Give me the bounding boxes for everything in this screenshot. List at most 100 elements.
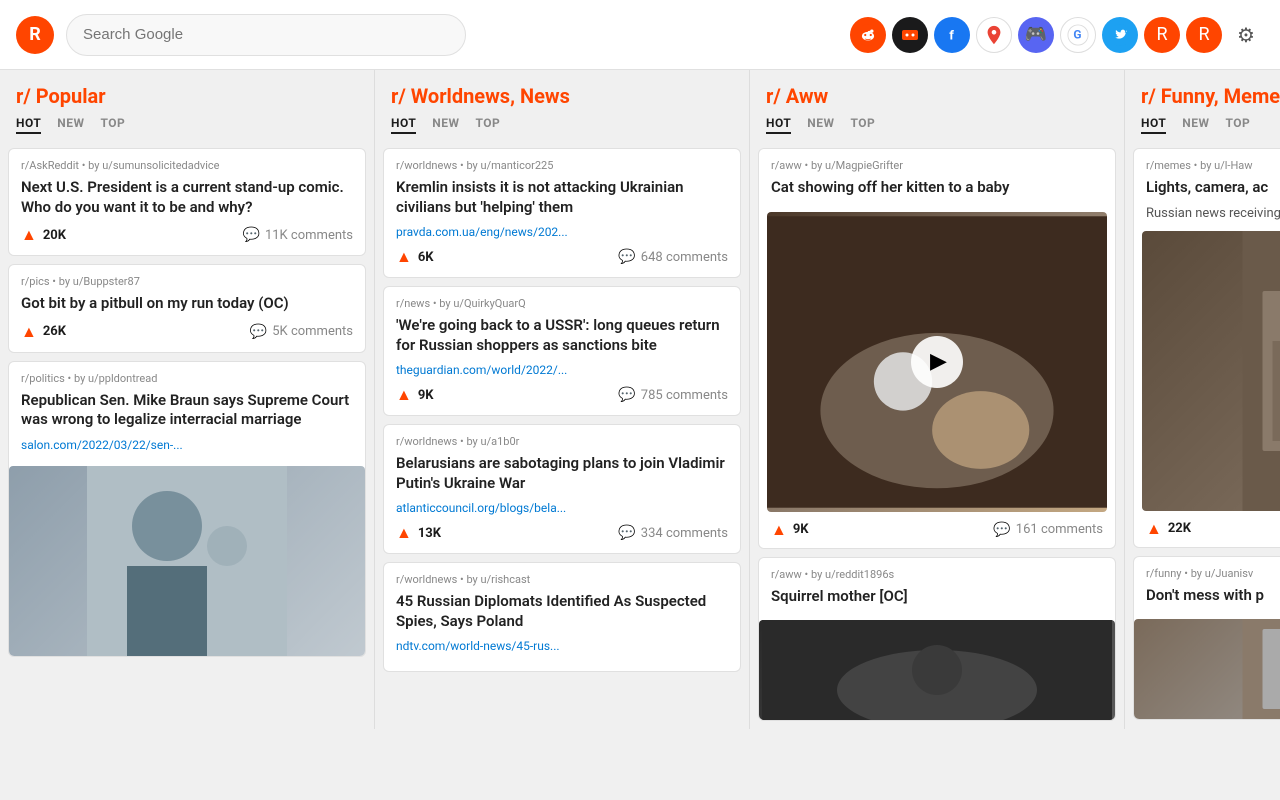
vote-count: 6K xyxy=(418,250,434,265)
comment-count: 785 comments xyxy=(641,388,728,403)
post-meta: r/worldnews • by u/manticor225 xyxy=(396,159,728,172)
vote-area: ▲ 9K xyxy=(771,520,809,540)
subreddit-name: Funny, Memes, xyxy=(1161,84,1280,108)
post-subreddit: r/aww xyxy=(771,159,802,172)
column-aww: r/ Aww HOTNEWTOP r/aww • by u/MagpieGrif… xyxy=(750,70,1125,729)
post-subreddit: r/memes xyxy=(1146,159,1191,172)
reddit-logo[interactable]: R xyxy=(16,16,54,54)
post-title: Belarusians are sabotaging plans to join… xyxy=(396,454,728,493)
comment-area: 💬 161 comments xyxy=(993,522,1103,538)
post-card[interactable]: r/politics • by u/ppldontread Republican… xyxy=(8,361,366,657)
upvote-icon[interactable]: ▲ xyxy=(396,523,412,543)
tab-top[interactable]: TOP xyxy=(1226,114,1251,134)
vote-area: ▲ 22K xyxy=(1146,519,1191,539)
column-title-funny: r/ Funny, Memes, xyxy=(1141,84,1280,108)
svg-text:f: f xyxy=(949,28,954,43)
tab-new[interactable]: NEW xyxy=(807,114,834,134)
comment-area: 💬 5K comments xyxy=(250,324,353,340)
upvote-icon[interactable]: ▲ xyxy=(21,322,37,342)
subreddit-prefix: r/ xyxy=(391,84,406,108)
post-meta: r/politics • by u/ppldontread xyxy=(21,372,353,385)
post-card[interactable]: r/worldnews • by u/rishcast 45 Russian D… xyxy=(383,562,741,672)
search-input[interactable] xyxy=(66,14,466,56)
post-meta: r/aww • by u/MagpieGrifter xyxy=(771,159,1103,172)
post-subreddit: r/worldnews xyxy=(396,573,457,586)
comment-area: 💬 648 comments xyxy=(618,249,728,265)
reddit-red2-icon[interactable]: R xyxy=(1186,17,1222,53)
post-card[interactable]: r/funny • by u/Juanisv Don't mess with p xyxy=(1133,556,1280,721)
post-link[interactable]: theguardian.com/world/2022/... xyxy=(396,363,728,377)
google-maps-icon[interactable] xyxy=(976,17,1012,53)
tab-new[interactable]: NEW xyxy=(432,114,459,134)
post-link[interactable]: ndtv.com/world-news/45-rus... xyxy=(396,639,728,653)
post-card[interactable]: r/pics • by u/Buppster87 Got bit by a pi… xyxy=(8,264,366,353)
column-header-popular: r/ Popular HOTNEWTOP xyxy=(0,70,374,140)
tab-hot[interactable]: HOT xyxy=(1141,114,1166,134)
post-card[interactable]: r/news • by u/QuirkyQuarQ 'We're going b… xyxy=(383,286,741,416)
post-title: Got bit by a pitbull on my run today (OC… xyxy=(21,294,353,314)
subreddit-name: Worldnews, News xyxy=(411,84,570,108)
post-footer: ▲ 13K 💬 334 comments xyxy=(396,523,728,543)
vote-count: 9K xyxy=(418,388,434,403)
post-meta: r/aww • by u/reddit1896s xyxy=(771,568,1103,581)
vote-count: 9K xyxy=(793,522,809,537)
comment-count: 334 comments xyxy=(641,526,728,541)
post-meta: r/pics • by u/Buppster87 xyxy=(21,275,353,288)
post-footer: ▲ 9K 💬 785 comments xyxy=(396,385,728,405)
comment-icon: 💬 xyxy=(618,525,635,541)
tab-bar-popular: HOT NEW TOP xyxy=(16,114,358,140)
post-link[interactable]: pravda.com.ua/eng/news/202... xyxy=(396,225,728,239)
post-author: u/reddit1896s xyxy=(825,568,894,581)
post-card[interactable]: r/aww • by u/MagpieGrifter Cat showing o… xyxy=(758,148,1116,549)
post-footer: ▲ 26K 💬 5K comments xyxy=(21,322,353,342)
upvote-icon[interactable]: ▲ xyxy=(1146,519,1162,539)
tab-top[interactable]: TOP xyxy=(851,114,876,134)
post-extra: Russian news receiving toda xyxy=(1146,206,1280,221)
tab-top[interactable]: TOP xyxy=(101,114,126,134)
twitter-icon[interactable] xyxy=(1102,17,1138,53)
tab-new[interactable]: NEW xyxy=(1182,114,1209,134)
vote-area: ▲ 6K xyxy=(396,247,434,267)
post-link[interactable]: atlanticcouncil.org/blogs/bela... xyxy=(396,501,728,515)
post-card[interactable]: r/worldnews • by u/manticor225 Kremlin i… xyxy=(383,148,741,278)
subreddit-name: Aww xyxy=(786,84,829,108)
post-card[interactable]: r/AskReddit • by u/sumunsolicitedadvice … xyxy=(8,148,366,256)
tab-hot[interactable]: HOT xyxy=(391,114,416,134)
discord-icon[interactable]: 🎮 xyxy=(1018,17,1054,53)
post-title: Don't mess with p xyxy=(1146,586,1280,606)
reddit-red1-icon[interactable]: R xyxy=(1144,17,1180,53)
post-subreddit: r/AskReddit xyxy=(21,159,79,172)
tab-hot[interactable]: HOT xyxy=(766,114,791,134)
header: R f🎮GRR⚙ xyxy=(0,0,1280,70)
google-icon[interactable]: G xyxy=(1060,17,1096,53)
comment-count: 648 comments xyxy=(641,250,728,265)
post-author: u/Juanisv xyxy=(1205,567,1253,580)
upvote-icon[interactable]: ▲ xyxy=(396,247,412,267)
facebook-icon[interactable]: f xyxy=(934,17,970,53)
settings-icon[interactable]: ⚙ xyxy=(1228,17,1264,53)
upvote-icon[interactable]: ▲ xyxy=(396,385,412,405)
comment-count: 5K comments xyxy=(272,324,353,339)
post-card[interactable]: r/worldnews • by u/a1b0r Belarusians are… xyxy=(383,424,741,554)
tab-top[interactable]: TOP xyxy=(476,114,501,134)
main-content: r/ Popular HOTNEWTOP r/AskReddit • by u/… xyxy=(0,70,1280,729)
post-author: u/l-Haw xyxy=(1214,159,1252,172)
tab-bar-aww: HOT NEW TOP xyxy=(766,114,1108,140)
subreddit-prefix: r/ xyxy=(16,84,31,108)
post-card[interactable]: r/aww • by u/reddit1896s Squirrel mother… xyxy=(758,557,1116,722)
tab-hot[interactable]: HOT xyxy=(16,114,41,134)
post-card[interactable]: r/memes • by u/l-Haw Lights, camera, ac … xyxy=(1133,148,1280,548)
post-author: u/MagpieGrifter xyxy=(825,159,903,172)
tab-new[interactable]: NEW xyxy=(57,114,84,134)
alien-dark-icon[interactable] xyxy=(892,17,928,53)
post-author: u/a1b0r xyxy=(481,435,520,448)
post-subreddit: r/news xyxy=(396,297,430,310)
post-subreddit: r/politics xyxy=(21,372,65,385)
reddit-snoo-icon[interactable] xyxy=(850,17,886,53)
post-meta: r/worldnews • by u/rishcast xyxy=(396,573,728,586)
post-link[interactable]: salon.com/2022/03/22/sen-... xyxy=(21,438,353,452)
vote-area: ▲ 9K xyxy=(396,385,434,405)
vote-count: 22K xyxy=(1168,521,1191,536)
upvote-icon[interactable]: ▲ xyxy=(21,225,37,245)
upvote-icon[interactable]: ▲ xyxy=(771,520,787,540)
